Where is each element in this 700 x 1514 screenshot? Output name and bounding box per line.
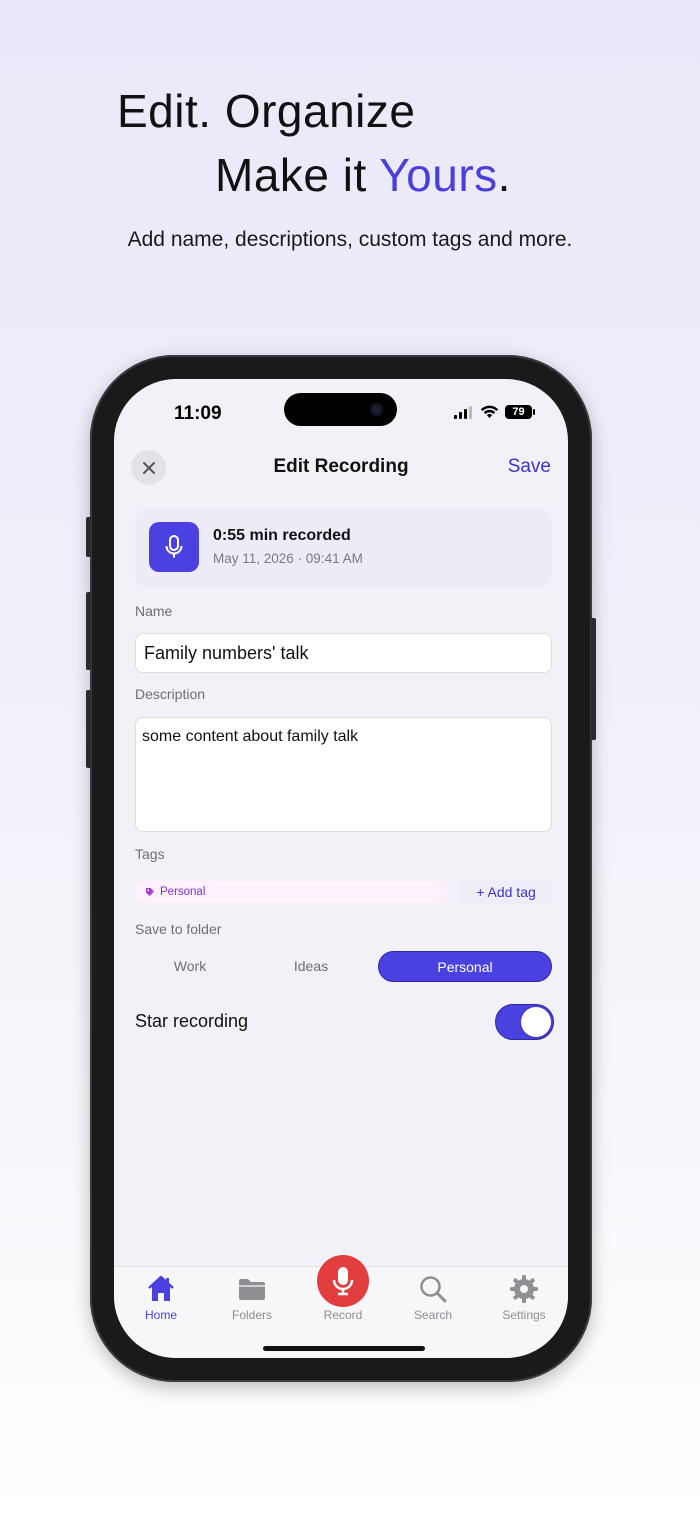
headline-prefix: Make it: [215, 149, 380, 201]
status-icons: 79: [454, 405, 535, 419]
tab-record[interactable]: Record: [303, 1267, 383, 1327]
name-field[interactable]: Family numbers' talk: [135, 633, 552, 673]
tab-folders[interactable]: Folders: [212, 1267, 292, 1327]
microphone-icon: [165, 535, 183, 558]
tags-label: Tags: [135, 846, 165, 862]
tag-icon: [146, 888, 154, 896]
dynamic-island: [284, 393, 397, 426]
recording-info-card: 0:55 min recorded May 11, 2026 · 09:41 A…: [135, 508, 552, 588]
star-recording-label: Star recording: [135, 1011, 249, 1031]
tag-chip[interactable]: Personal: [135, 881, 447, 903]
toggle-knob: [521, 1007, 551, 1037]
tab-record-label: Record: [323, 1308, 363, 1322]
phone-screen: 11:09 79 Edit Recording Save 0:55 min re…: [114, 379, 568, 1358]
tab-bar: Home Folders Record Search Settings: [114, 1255, 568, 1358]
gear-icon: [510, 1275, 538, 1303]
volume-up-button: [86, 592, 91, 670]
tab-home-label: Home: [144, 1308, 177, 1322]
battery-indicator: 79: [505, 405, 535, 419]
status-time: 11:09: [174, 403, 222, 424]
tab-home[interactable]: Home: [121, 1267, 201, 1327]
headline-line-2: Make it Yours.: [215, 148, 511, 202]
tab-folders-label: Folders: [231, 1308, 272, 1322]
search-icon: [420, 1276, 447, 1303]
headline-suffix: .: [497, 149, 511, 201]
add-tag-button[interactable]: + Add tag: [460, 879, 552, 905]
description-label: Description: [135, 686, 206, 702]
star-recording-toggle[interactable]: [495, 1004, 554, 1040]
promo-subtitle: Add name, descriptions, custom tags and …: [127, 228, 573, 251]
page-title: Edit Recording: [273, 456, 409, 477]
home-indicator: [263, 1346, 425, 1351]
folder-label: Save to folder: [135, 921, 222, 937]
volume-down-button: [86, 690, 91, 768]
recording-date: May 11, 2026 · 09:41 AM: [213, 551, 363, 566]
tab-settings[interactable]: Settings: [484, 1267, 564, 1327]
folder-option-work[interactable]: Work: [135, 951, 245, 982]
signal-icon: [454, 405, 472, 419]
headline-line-1: Edit. Organize: [117, 85, 416, 137]
tab-search-label: Search: [413, 1308, 453, 1322]
description-field[interactable]: some content about family talk: [135, 717, 552, 832]
name-label: Name: [135, 603, 173, 619]
home-icon: [148, 1275, 174, 1301]
tab-search[interactable]: Search: [393, 1267, 473, 1327]
folder-icon: [239, 1279, 265, 1300]
tab-settings-label: Settings: [502, 1308, 546, 1322]
headline-accent: Yours: [379, 149, 498, 201]
recording-icon-tile: [149, 522, 199, 572]
action-button: [86, 517, 91, 557]
tag-label: Personal: [160, 886, 206, 898]
wifi-icon: [480, 405, 499, 418]
camera-icon: [370, 403, 383, 416]
recording-duration: 0:55 min recorded: [213, 527, 351, 544]
folder-option-ideas[interactable]: Ideas: [256, 951, 366, 982]
save-button[interactable]: Save: [508, 456, 551, 478]
power-button: [591, 618, 596, 740]
folder-option-personal[interactable]: Personal: [378, 951, 552, 982]
